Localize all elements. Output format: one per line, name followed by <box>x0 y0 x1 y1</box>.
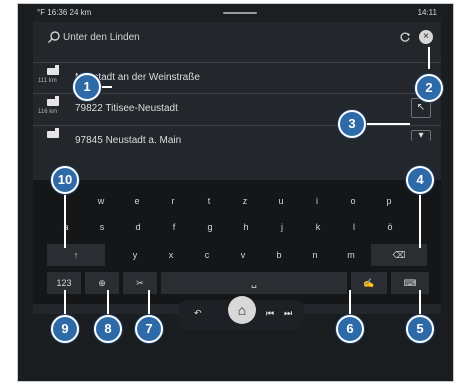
key[interactable]: j <box>266 216 298 238</box>
key[interactable]: u <box>265 190 297 212</box>
key[interactable]: z <box>229 190 261 212</box>
key[interactable]: ö <box>374 216 406 238</box>
result-address: 79822 Titisee-Neustadt <box>75 103 178 114</box>
car-icon <box>47 65 59 75</box>
key[interactable]: d <box>122 216 154 238</box>
select-destination-button[interactable]: ▾ <box>411 130 431 141</box>
callout-leader <box>419 290 421 316</box>
next-icon[interactable]: ⏭ <box>284 308 292 319</box>
key[interactable]: b <box>263 244 295 266</box>
callout-10: 10 <box>51 166 79 194</box>
key[interactable]: e <box>121 190 153 212</box>
key[interactable]: t <box>193 190 225 212</box>
result-distance: 111 km <box>38 78 57 84</box>
key[interactable]: n <box>299 244 331 266</box>
key[interactable]: m <box>335 244 367 266</box>
back-icon[interactable]: ↶ <box>194 308 202 319</box>
key[interactable]: s <box>86 216 118 238</box>
language-key[interactable]: ⊕ <box>85 272 119 294</box>
drag-handle[interactable] <box>223 12 257 14</box>
clear-icon[interactable]: × <box>419 30 433 44</box>
callout-leader <box>349 290 351 316</box>
callout-6: 6 <box>336 315 364 343</box>
search-input[interactable]: Unter den Linden <box>63 32 140 43</box>
home-icon[interactable]: ⌂ <box>228 296 256 324</box>
key[interactable]: o <box>337 190 369 212</box>
key[interactable]: f <box>158 216 190 238</box>
handwriting-key[interactable]: ✍ <box>351 272 387 294</box>
callout-leader <box>64 290 66 316</box>
bottom-dock: ↶ ⌂ ⏮ ⏭ <box>178 296 304 330</box>
status-bar: °F 16:36 24 km 14:11 <box>33 4 441 22</box>
search-icon <box>48 31 60 43</box>
callout-leader <box>366 123 410 125</box>
car-icon <box>47 128 59 138</box>
clock: 14:11 <box>417 8 437 17</box>
callout-7: 7 <box>135 315 163 343</box>
callout-leader <box>107 290 109 316</box>
key[interactable]: w <box>85 190 117 212</box>
key[interactable]: r <box>157 190 189 212</box>
callout-4: 4 <box>406 166 434 194</box>
callout-3: 3 <box>338 110 366 138</box>
key[interactable]: p <box>373 190 405 212</box>
key[interactable]: g <box>194 216 226 238</box>
callout-leader <box>419 190 421 248</box>
shift-key[interactable]: ↑ <box>47 244 105 266</box>
callout-leader <box>148 290 150 316</box>
key[interactable]: k <box>302 216 334 238</box>
result-distance: 116 km <box>38 109 58 115</box>
key[interactable]: x <box>155 244 187 266</box>
key[interactable]: i <box>301 190 333 212</box>
key[interactable]: y <box>119 244 151 266</box>
callout-5: 5 <box>406 315 434 343</box>
hide-keyboard-key[interactable]: ⌨ <box>391 272 429 294</box>
key[interactable]: v <box>227 244 259 266</box>
navigation-screen: °F 16:36 24 km 14:11 Unter den Linden × … <box>33 4 441 314</box>
callout-leader <box>428 47 430 69</box>
refresh-icon[interactable] <box>399 31 411 43</box>
search-bar[interactable]: Unter den Linden × <box>33 26 441 50</box>
callout-2: 2 <box>415 74 443 102</box>
keyboard: w e r t z u i o p a s d f g h j k l ö ↑ … <box>33 180 441 304</box>
callout-1: 1 <box>73 73 101 101</box>
car-icon <box>47 96 59 106</box>
space-key[interactable]: ␣ <box>161 272 347 294</box>
status-left: °F 16:36 24 km <box>37 8 92 17</box>
callout-leader <box>64 190 66 248</box>
key[interactable]: h <box>230 216 262 238</box>
result-address: 97845 Neustadt a. Main <box>75 135 182 146</box>
key[interactable]: a <box>50 216 82 238</box>
callout-9: 9 <box>51 315 79 343</box>
callout-8: 8 <box>94 315 122 343</box>
key[interactable]: l <box>338 216 370 238</box>
result-row[interactable]: 97845 Neustadt a. Main ▾ <box>33 125 441 154</box>
key[interactable]: c <box>191 244 223 266</box>
previous-icon[interactable]: ⏮ <box>266 308 274 319</box>
voice-input-key[interactable]: ✂ <box>123 272 157 294</box>
